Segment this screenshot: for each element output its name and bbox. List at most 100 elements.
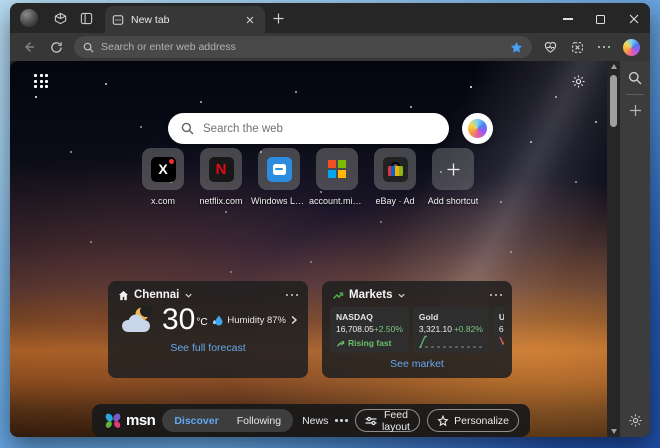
netflix-favicon-icon: N [209, 157, 234, 182]
tab-strip: New tab [10, 3, 650, 33]
tab-actions-icon[interactable] [73, 3, 99, 33]
sidebar-add-icon[interactable] [629, 104, 642, 117]
weather-more-icon[interactable] [286, 294, 299, 297]
apps-launcher-icon[interactable] [34, 74, 48, 88]
temperature-value: 30 [162, 305, 195, 335]
shortcut-label: x.com [151, 196, 175, 206]
page-scrollbar[interactable] [607, 61, 620, 437]
workspaces-icon[interactable] [47, 3, 73, 33]
browser-window: New tab [10, 3, 650, 437]
copilot-button[interactable] [462, 113, 493, 144]
back-icon[interactable] [17, 35, 41, 59]
maximize-button[interactable] [584, 5, 617, 33]
tab-news[interactable]: News [302, 415, 328, 427]
chevron-right-icon [290, 315, 298, 325]
shortcut-windows-latest[interactable]: Windows Lat... [250, 148, 308, 206]
microsoft-favicon-icon [325, 157, 350, 182]
markets-title: Markets [349, 289, 392, 301]
chevron-down-icon[interactable] [397, 291, 406, 300]
search-icon [83, 42, 94, 53]
humidity-group[interactable]: Humidity 87% [212, 314, 298, 327]
see-market-link[interactable]: See market [322, 358, 512, 370]
chevron-down-icon[interactable] [184, 291, 193, 300]
see-full-forecast-link[interactable]: See full forecast [108, 342, 308, 354]
add-shortcut-button[interactable]: Add shortcut [424, 148, 482, 206]
feed-layout-button[interactable]: Feed layout [355, 409, 420, 432]
sidebar-divider [626, 94, 644, 95]
shortcut-microsoft-account[interactable]: account.micr... [308, 148, 366, 206]
refresh-icon[interactable] [44, 35, 68, 59]
windows-latest-favicon-icon [267, 157, 292, 182]
msn-brand-text: msn [126, 412, 155, 429]
ntp-search-box[interactable] [168, 113, 449, 144]
market-tile-gold[interactable]: Gold 3,321.10 +0.82% [413, 307, 489, 353]
sparkle-wand-icon [437, 415, 449, 427]
us-sparkline [499, 335, 504, 349]
market-tile-us[interactable]: US 62. [493, 307, 504, 353]
home-icon [118, 290, 129, 301]
address-bar[interactable] [74, 36, 532, 58]
tab-discover[interactable]: Discover [165, 415, 227, 427]
address-input[interactable] [101, 41, 503, 53]
desktop-wallpaper: New tab [0, 0, 660, 448]
humidity-droplet-icon [212, 314, 223, 327]
ntp-search-input[interactable] [203, 123, 436, 135]
msn-feed-bar: msn Discover Following News Feed layout [92, 404, 530, 437]
shortcut-ebay[interactable]: eBay · Ad [366, 148, 424, 206]
new-tab-button[interactable] [265, 3, 291, 33]
close-tab-icon[interactable] [242, 12, 258, 28]
market-tile-nasdaq[interactable]: NASDAQ 16,708.05 +2.50% Rising fast [330, 307, 409, 353]
minimize-button[interactable] [551, 5, 584, 33]
market-tiles-row: NASDAQ 16,708.05 +2.50% Rising fast [330, 307, 504, 353]
ebay-favicon-icon [383, 157, 408, 182]
markets-more-icon[interactable] [490, 294, 503, 297]
scroll-down-icon[interactable] [611, 429, 617, 434]
shortcut-label: netflix.com [199, 196, 242, 206]
shortcut-x[interactable]: X x.com [134, 148, 192, 206]
shortcut-label: Windows Lat... [251, 196, 307, 206]
shortcut-label: account.micr... [309, 196, 365, 206]
x-favicon-icon: X [151, 157, 176, 182]
night-cloudy-icon [118, 306, 156, 334]
weather-city: Chennai [134, 289, 179, 301]
feed-tabs: Discover Following [162, 409, 293, 432]
shortcut-label: eBay · Ad [375, 196, 414, 206]
more-menu-icon[interactable] [592, 35, 616, 59]
tab-title: New tab [131, 14, 235, 26]
edge-sidebar [620, 61, 650, 437]
scroll-up-icon[interactable] [611, 64, 617, 69]
web-capture-icon[interactable] [565, 35, 589, 59]
weather-card[interactable]: Chennai [108, 281, 308, 378]
shortcut-label: Add shortcut [428, 196, 479, 206]
page-settings-gear-icon[interactable] [571, 74, 586, 89]
temperature-unit: °C [196, 317, 207, 328]
new-tab-favicon-icon [112, 14, 124, 26]
plus-icon [446, 162, 461, 177]
humidity-label: Humidity 87% [227, 315, 286, 326]
profile-avatar[interactable] [20, 9, 38, 27]
sidebar-settings-gear-icon[interactable] [628, 413, 643, 428]
browser-toolbar [10, 33, 650, 61]
search-icon [181, 122, 194, 135]
sliders-icon [365, 416, 377, 426]
quick-links-row: X x.com N netflix.com Windows Lat... [134, 148, 482, 206]
personalize-button[interactable]: Personalize [427, 409, 519, 432]
close-window-button[interactable] [617, 5, 650, 33]
feed-more-icon[interactable] [335, 419, 348, 422]
new-tab-page: X x.com N netflix.com Windows Lat... [10, 61, 607, 437]
window-content: X x.com N netflix.com Windows Lat... [10, 61, 650, 437]
copilot-icon[interactable] [619, 35, 643, 59]
favorites-star-icon[interactable] [510, 41, 523, 54]
sidebar-search-icon[interactable] [628, 71, 642, 85]
rising-arrow-icon [336, 339, 345, 348]
markets-trend-icon [332, 289, 344, 301]
tab-following[interactable]: Following [228, 415, 290, 427]
starfield-background [10, 61, 12, 63]
shortcut-netflix[interactable]: N netflix.com [192, 148, 250, 206]
gold-sparkline [419, 335, 483, 349]
scrollbar-thumb[interactable] [610, 75, 617, 127]
tab-new-tab[interactable]: New tab [105, 6, 265, 33]
markets-card[interactable]: Markets NASDAQ 16,708.05 +2.50% [322, 281, 512, 378]
msn-logo[interactable]: msn [103, 411, 155, 431]
browser-essentials-icon[interactable] [538, 35, 562, 59]
